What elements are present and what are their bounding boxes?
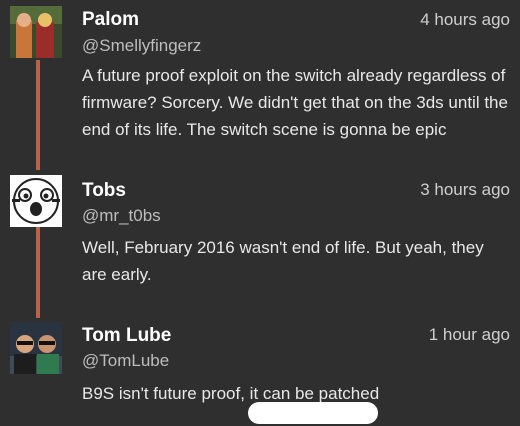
thread-line [36, 60, 40, 170]
avatar[interactable] [10, 175, 62, 227]
author-name[interactable]: Tom Lube [82, 325, 171, 347]
avatar[interactable] [10, 322, 62, 374]
author-handle[interactable]: @mr_t0bs [82, 206, 161, 226]
comment-body: Well, February 2016 wasn't end of life. … [82, 238, 484, 284]
avatar[interactable] [10, 6, 62, 58]
thread-line [36, 226, 40, 318]
timestamp: 1 hour ago [428, 325, 510, 344]
author-name[interactable]: Palom [82, 9, 139, 31]
redaction-mark [248, 402, 378, 424]
avatar-image-icon [10, 6, 62, 58]
avatar-image-icon [10, 322, 62, 374]
author-name[interactable]: Tobs [82, 180, 126, 202]
avatar-image-icon [10, 175, 62, 227]
comment-body: A future proof exploit on the switch alr… [82, 66, 508, 139]
author-handle[interactable]: @TomLube [82, 351, 169, 371]
author-handle[interactable]: @Smellyfingerz [82, 36, 201, 56]
timestamp: 4 hours ago [420, 10, 510, 29]
timestamp: 3 hours ago [420, 180, 510, 199]
